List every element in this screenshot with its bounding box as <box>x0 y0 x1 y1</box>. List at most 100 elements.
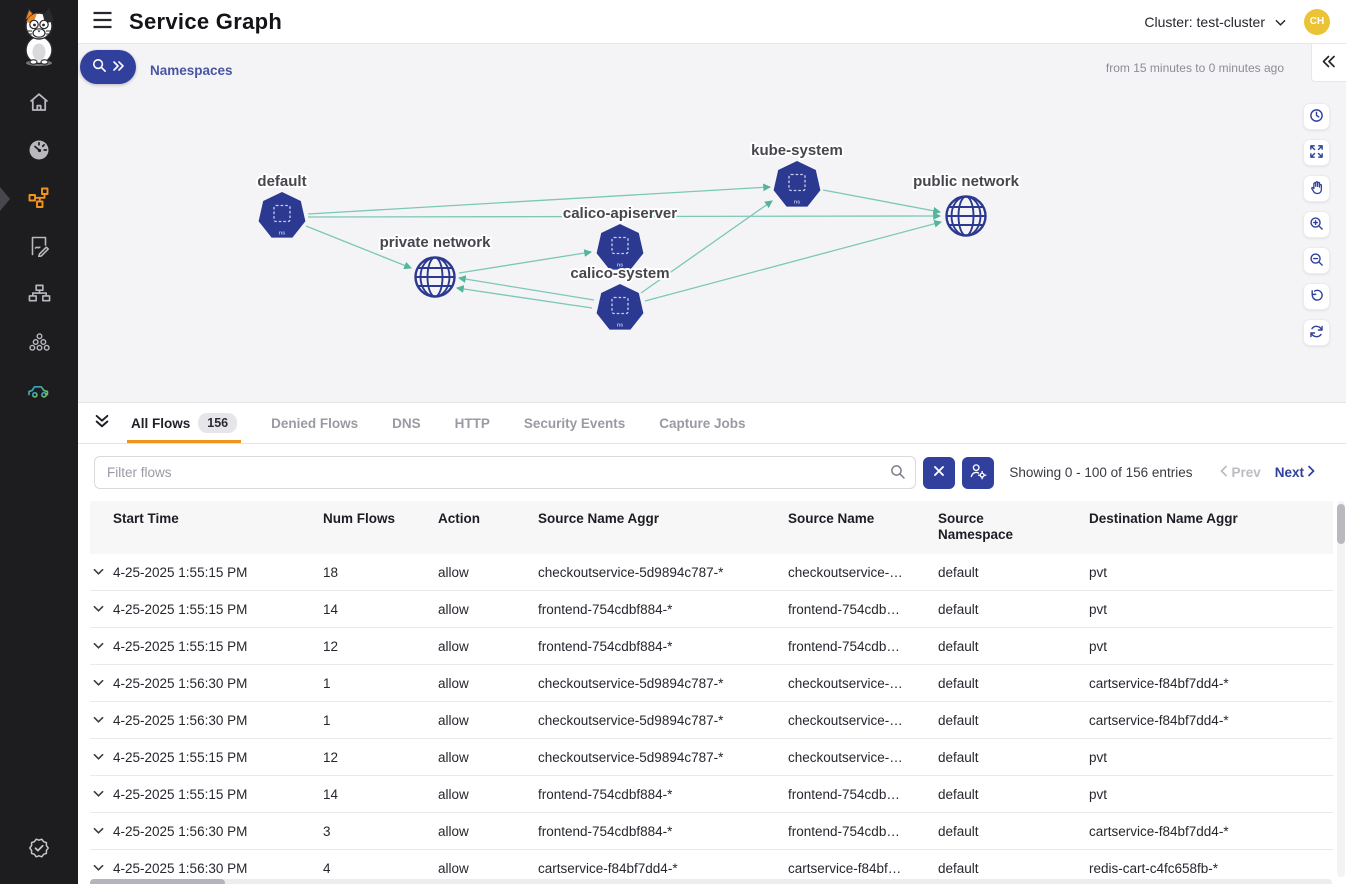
search-icon <box>890 464 906 485</box>
flow-row[interactable]: 4-25-2025 1:55:15 PM14allowfrontend-754c… <box>90 591 1333 628</box>
next-label: Next <box>1275 465 1304 480</box>
tab-security-events[interactable]: Security Events <box>520 403 629 443</box>
cell-start-time: 4-25-2025 1:56:30 PM <box>113 713 323 728</box>
tab-denied-flows[interactable]: Denied Flows <box>267 403 362 443</box>
graph-node-default[interactable]: nsdefault <box>257 173 306 238</box>
sidebar-item-network-sets[interactable] <box>0 271 78 319</box>
namespace-badge: ns <box>279 231 285 237</box>
sidebar-item-policies[interactable] <box>0 223 78 271</box>
cell-start-time: 4-25-2025 1:55:15 PM <box>113 787 323 802</box>
car-icon <box>27 379 52 404</box>
column-header-source-name-aggr[interactable]: Source Name Aggr <box>538 511 788 554</box>
clear-filter-button[interactable] <box>923 457 955 489</box>
cell-num-flows: 1 <box>323 713 438 728</box>
hamburger-menu-button[interactable] <box>92 11 113 32</box>
time-range-button[interactable] <box>1303 103 1330 130</box>
cell-source-namespace: default <box>938 676 1089 691</box>
row-expand-chevron-icon[interactable] <box>90 716 113 724</box>
flow-row[interactable]: 4-25-2025 1:55:15 PM18allowcheckoutservi… <box>90 554 1333 591</box>
row-expand-chevron-icon[interactable] <box>90 864 113 872</box>
service-graph-icon <box>28 187 51 212</box>
column-header-num-flows[interactable]: Num Flows <box>323 511 438 554</box>
pagination: Prev Next <box>1219 465 1316 480</box>
horizontal-scrollbar[interactable] <box>90 879 1332 884</box>
flow-row[interactable]: 4-25-2025 1:55:15 PM12allowfrontend-754c… <box>90 628 1333 665</box>
flow-row[interactable]: 4-25-2025 1:55:15 PM14allowfrontend-754c… <box>90 776 1333 813</box>
flow-row[interactable]: 4-25-2025 1:56:30 PM1allowcheckoutservic… <box>90 702 1333 739</box>
tab-label: Denied Flows <box>271 416 358 431</box>
tab-capture-jobs[interactable]: Capture Jobs <box>655 403 749 443</box>
tab-http[interactable]: HTTP <box>451 403 494 443</box>
zoom-out-button[interactable] <box>1303 247 1330 274</box>
row-expand-chevron-icon[interactable] <box>90 642 113 650</box>
collapse-right-panel-button[interactable] <box>1311 44 1346 82</box>
cell-source-name: frontend-754cdb… <box>788 824 938 839</box>
graph-node-public-network[interactable]: public network <box>913 173 1020 236</box>
column-header-source-namespace[interactable]: Source Namespace <box>938 511 1033 554</box>
certificate-badge-icon[interactable] <box>28 837 50 864</box>
user-avatar[interactable]: CH <box>1304 9 1330 35</box>
cell-destination-name-aggr: pvt <box>1089 639 1333 654</box>
breadcrumb[interactable]: Namespaces <box>150 63 233 78</box>
column-header-start-time[interactable]: Start Time <box>113 511 323 554</box>
horizontal-scrollbar-thumb[interactable] <box>90 879 225 884</box>
active-item-indicator <box>0 187 10 211</box>
cell-action: allow <box>438 787 538 802</box>
graph-node-kube-system[interactable]: nskube-system <box>751 142 843 207</box>
service-graph-canvas[interactable]: nsdefault private network nscalico-apiserv… <box>78 44 1346 402</box>
cell-source-name-aggr: frontend-754cdbf884-* <box>538 602 788 617</box>
sidebar-item-service-graph[interactable] <box>0 175 78 223</box>
zoom-in-button[interactable] <box>1303 211 1330 238</box>
flow-row[interactable]: 4-25-2025 1:56:30 PM3allowfrontend-754cd… <box>90 813 1333 850</box>
graph-node-calico-system[interactable]: nscalico-system <box>570 265 669 330</box>
row-expand-chevron-icon[interactable] <box>90 679 113 687</box>
row-expand-chevron-icon[interactable] <box>90 790 113 798</box>
fit-to-view-button[interactable] <box>1303 139 1330 166</box>
double-chevron-right-icon <box>112 60 124 75</box>
cell-num-flows: 12 <box>323 639 438 654</box>
tab-label: All Flows <box>131 416 190 431</box>
cell-source-name: checkoutservice-… <box>788 565 938 580</box>
graph-search-button[interactable] <box>80 50 136 84</box>
search-icon <box>92 58 107 76</box>
sidebar-item-dashboard[interactable] <box>0 127 78 175</box>
collapse-flows-panel-button[interactable] <box>94 403 110 443</box>
column-header-action[interactable]: Action <box>438 511 538 554</box>
namespace-badge: ns <box>794 200 800 206</box>
customize-columns-button[interactable] <box>962 457 994 489</box>
cell-source-name-aggr: frontend-754cdbf884-* <box>538 639 788 654</box>
cluster-selector[interactable]: Cluster: test-cluster <box>1144 14 1286 30</box>
row-expand-chevron-icon[interactable] <box>90 753 113 761</box>
pan-button[interactable] <box>1303 175 1330 202</box>
filter-flows-input[interactable] <box>94 456 916 489</box>
undo-layout-button[interactable] <box>1303 283 1330 310</box>
prev-page-button[interactable]: Prev <box>1219 465 1260 480</box>
cell-action: allow <box>438 676 538 691</box>
tab-all-flows[interactable]: All Flows156 <box>127 403 241 443</box>
hamburger-icon <box>92 11 113 32</box>
row-expand-chevron-icon[interactable] <box>90 605 113 613</box>
vertical-scrollbar-thumb[interactable] <box>1337 504 1345 544</box>
cell-source-name-aggr: checkoutservice-5d9894c787-* <box>538 676 788 691</box>
pan-hand-icon <box>1309 180 1324 198</box>
next-page-button[interactable]: Next <box>1275 465 1316 480</box>
refresh-button[interactable] <box>1303 319 1330 346</box>
flow-row[interactable]: 4-25-2025 1:56:30 PM1allowcheckoutservic… <box>90 665 1333 702</box>
graph-node-private-network[interactable]: private network <box>380 234 492 297</box>
zoom-out-icon <box>1309 252 1324 270</box>
tab-dns[interactable]: DNS <box>388 403 425 443</box>
column-header-source-name[interactable]: Source Name <box>788 511 938 554</box>
cell-source-name: cartservice-f84bf… <box>788 861 938 876</box>
sidebar-item-components[interactable] <box>0 319 78 367</box>
flow-row[interactable]: 4-25-2025 1:55:15 PM12allowcheckoutservi… <box>90 739 1333 776</box>
sidebar-item-car[interactable] <box>0 367 78 415</box>
graph-node-calico-apiserver[interactable]: nscalico-apiserver <box>563 205 677 270</box>
chevron-left-icon <box>1219 465 1228 480</box>
cell-start-time: 4-25-2025 1:55:15 PM <box>113 639 323 654</box>
graph-node-label: public network <box>913 173 1020 190</box>
row-expand-chevron-icon[interactable] <box>90 827 113 835</box>
vertical-scrollbar[interactable] <box>1337 501 1345 877</box>
row-expand-chevron-icon[interactable] <box>90 568 113 576</box>
column-header-destination-name-aggr[interactable]: Destination Name Aggr <box>1089 511 1333 554</box>
sidebar-item-home[interactable] <box>0 79 78 127</box>
